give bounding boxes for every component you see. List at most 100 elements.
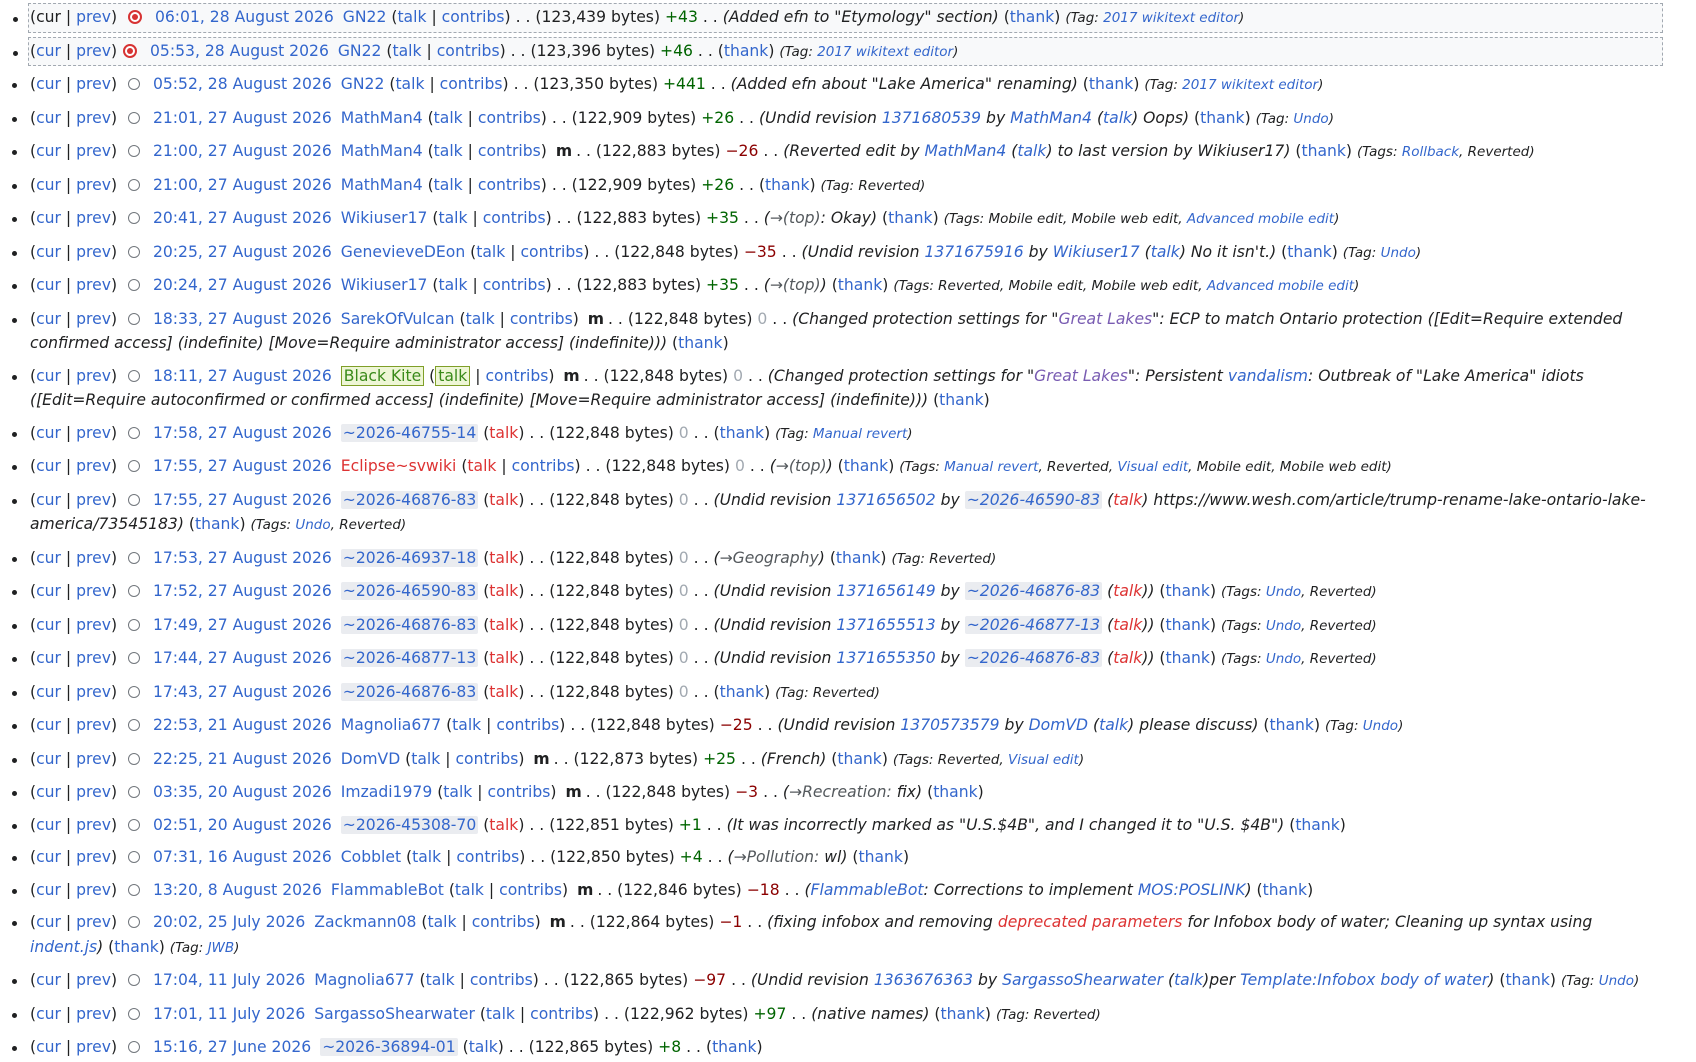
prev-link[interactable]: prev xyxy=(76,75,111,93)
user-link[interactable]: ~2026-46876-83 xyxy=(340,490,479,509)
talk-link[interactable]: talk xyxy=(395,75,424,93)
talk-link[interactable]: talk xyxy=(392,42,421,60)
prev-link[interactable]: prev xyxy=(76,491,111,509)
diff-radio[interactable] xyxy=(127,312,140,325)
cur-link[interactable]: cur xyxy=(36,209,61,227)
cur-link[interactable]: cur xyxy=(36,549,61,567)
talk-link[interactable]: talk xyxy=(489,549,518,567)
cur-link[interactable]: cur xyxy=(36,109,61,127)
talk-link[interactable]: talk xyxy=(489,424,518,442)
revision-link[interactable]: 1371655513 xyxy=(836,616,935,634)
revision-date[interactable]: 17:04, 11 July 2026 xyxy=(153,971,305,989)
talk-link[interactable]: talk xyxy=(397,8,426,26)
summary-user-link[interactable]: MathMan4 xyxy=(1010,109,1092,127)
talk-link[interactable]: talk xyxy=(412,848,441,866)
contribs-link[interactable]: contribs xyxy=(485,367,548,385)
contribs-link[interactable]: contribs xyxy=(530,1005,593,1023)
summary-user-link[interactable]: FlammableBot xyxy=(811,881,924,899)
diff-radio[interactable] xyxy=(127,145,140,157)
prev-link[interactable]: prev xyxy=(76,176,111,194)
user-link[interactable]: Black Kite xyxy=(340,365,425,386)
diff-radio[interactable] xyxy=(127,493,140,506)
revision-link[interactable]: 1371675916 xyxy=(924,243,1023,261)
tag-link[interactable]: JWB xyxy=(208,940,235,956)
thank-link[interactable]: thank xyxy=(1505,971,1549,989)
user-link[interactable]: Magnolia677 xyxy=(341,716,441,734)
revision-date[interactable]: 21:00, 27 August 2026 xyxy=(153,142,332,160)
contribs-link[interactable]: contribs xyxy=(510,310,573,328)
revision-date[interactable]: 17:44, 27 August 2026 xyxy=(153,649,332,667)
revision-date[interactable]: 17:55, 27 August 2026 xyxy=(153,491,332,509)
summary-link[interactable]: Template:Infobox body of water xyxy=(1240,971,1488,989)
revision-date[interactable]: 20:41, 27 August 2026 xyxy=(153,209,332,227)
contribs-link[interactable]: contribs xyxy=(499,881,562,899)
talk-link[interactable]: talk xyxy=(438,209,467,227)
revision-link[interactable]: 1371655350 xyxy=(836,649,935,667)
user-link[interactable]: ~2026-46877-13 xyxy=(340,649,479,667)
diff-radio[interactable] xyxy=(127,883,140,896)
summary-user-link[interactable]: ~2026-46590-83 xyxy=(964,490,1103,509)
user-link[interactable]: GN22 xyxy=(343,8,387,26)
user-link[interactable]: ~2026-45308-70 xyxy=(340,815,479,834)
cur-link[interactable]: cur xyxy=(36,75,61,93)
thank-link[interactable]: thank xyxy=(765,176,809,194)
talk-link[interactable]: talk xyxy=(452,716,481,734)
summary-redlink[interactable]: deprecated parameters xyxy=(998,913,1183,931)
prev-link[interactable]: prev xyxy=(76,8,111,26)
user-link[interactable]: GN22 xyxy=(338,42,382,60)
section-link[interactable]: →(top) xyxy=(776,457,827,475)
user-link[interactable]: Wikiuser17 xyxy=(341,276,428,294)
revision-link[interactable]: 1363676363 xyxy=(874,971,973,989)
cur-link[interactable]: cur xyxy=(36,457,61,475)
cur-link[interactable]: cur xyxy=(36,310,61,328)
diff-radio[interactable] xyxy=(127,111,140,124)
revision-date[interactable]: 13:20, 8 August 2026 xyxy=(153,881,322,899)
summary-link[interactable]: vandalism xyxy=(1228,367,1308,385)
talk-link[interactable]: talk xyxy=(467,457,496,475)
tag-link[interactable]: 2017 wikitext editor xyxy=(1103,10,1239,26)
summary-talk-link[interactable]: talk xyxy=(1113,649,1142,667)
revision-date[interactable]: 22:53, 21 August 2026 xyxy=(153,716,332,734)
user-link[interactable]: ~2026-46876-83 xyxy=(340,682,479,701)
thank-link[interactable]: thank xyxy=(724,42,768,60)
talk-link[interactable]: talk xyxy=(466,310,495,328)
tag-link[interactable]: Undo xyxy=(1599,973,1634,989)
revision-date[interactable]: 20:02, 25 July 2026 xyxy=(153,913,305,931)
talk-link[interactable]: talk xyxy=(428,913,457,931)
revision-date[interactable]: 05:53, 28 August 2026 xyxy=(150,42,329,60)
user-link[interactable]: MathMan4 xyxy=(341,142,423,160)
diff-radio[interactable] xyxy=(127,974,140,986)
prev-link[interactable]: prev xyxy=(76,549,111,567)
revision-date[interactable]: 03:35, 20 August 2026 xyxy=(153,783,332,801)
tag-link[interactable]: Manual revert xyxy=(813,426,907,442)
cur-link[interactable]: cur xyxy=(36,783,61,801)
thank-link[interactable]: thank xyxy=(678,334,722,352)
diff-radio[interactable] xyxy=(127,426,140,439)
talk-link[interactable]: talk xyxy=(489,683,518,701)
summary-talk-link[interactable]: talk xyxy=(1017,142,1046,160)
revision-date[interactable]: 02:51, 20 August 2026 xyxy=(153,816,332,834)
revision-date[interactable]: 17:52, 27 August 2026 xyxy=(153,582,332,600)
thank-link[interactable]: thank xyxy=(1287,243,1331,261)
prev-link[interactable]: prev xyxy=(76,716,111,734)
revision-date[interactable]: 05:52, 28 August 2026 xyxy=(153,75,332,93)
prev-link[interactable]: prev xyxy=(76,816,111,834)
thank-link[interactable]: thank xyxy=(195,515,239,533)
diff-radio[interactable] xyxy=(127,1041,140,1053)
section-link[interactable]: →(top) xyxy=(770,276,821,294)
revision-link[interactable]: 1370573579 xyxy=(900,716,999,734)
talk-link[interactable]: talk xyxy=(435,365,471,386)
cur-link[interactable]: cur xyxy=(36,649,61,667)
contribs-link[interactable]: contribs xyxy=(483,276,546,294)
section-link[interactable]: →Pollution: xyxy=(734,848,820,866)
user-link[interactable]: FlammableBot xyxy=(331,881,444,899)
user-link[interactable]: MathMan4 xyxy=(341,109,423,127)
tag-link[interactable]: Undo xyxy=(295,517,330,533)
cur-link[interactable]: cur xyxy=(36,276,61,294)
talk-link[interactable]: talk xyxy=(443,783,472,801)
revision-date[interactable]: 17:58, 27 August 2026 xyxy=(153,424,332,442)
contribs-link[interactable]: contribs xyxy=(455,750,518,768)
cur-link[interactable]: cur xyxy=(36,848,61,866)
tag-link[interactable]: Undo xyxy=(1381,245,1416,261)
talk-link[interactable]: talk xyxy=(489,491,518,509)
